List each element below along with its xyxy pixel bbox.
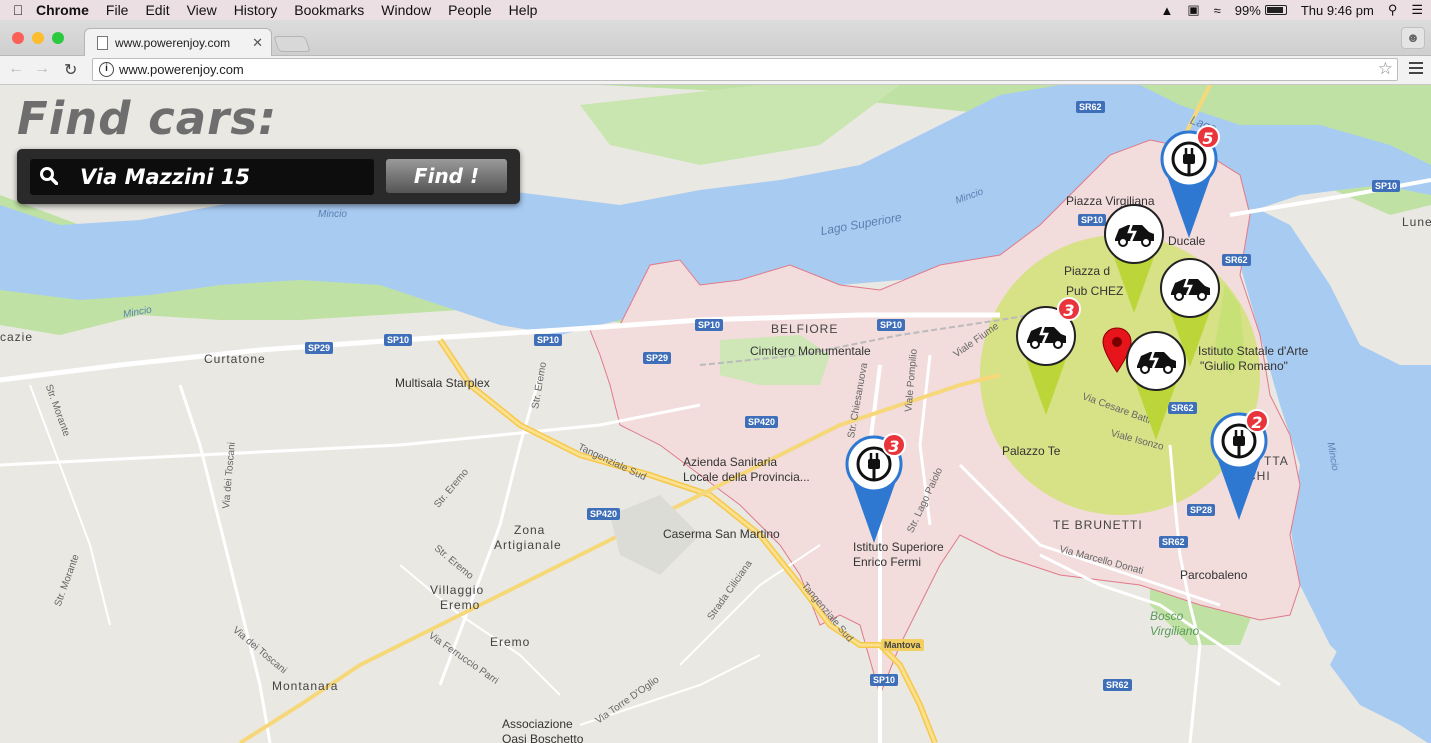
road-shield: SP10 [534, 334, 563, 346]
road-shield: SP10 [695, 319, 724, 331]
road-shield: SP29 [643, 352, 672, 364]
map-label: Montanara [272, 679, 339, 693]
minimize-window-button[interactable] [32, 32, 44, 44]
map-label: Bosco [1150, 609, 1184, 623]
mac-menubar:  Chrome File Edit View History Bookmark… [0, 0, 1431, 20]
battery-icon[interactable] [1264, 5, 1287, 15]
find-button[interactable]: Find ! [386, 159, 507, 193]
road-shield: SP10 [384, 334, 413, 346]
site-info-icon[interactable]: i [99, 62, 114, 77]
map-label: Virgiliano [1150, 624, 1200, 638]
map-label: Azienda Sanitaria [683, 455, 778, 469]
search-input-value: Via Mazzini 15 [80, 165, 250, 189]
new-tab-button[interactable] [273, 36, 311, 52]
reload-icon[interactable]: ↻ [64, 60, 77, 80]
menu-window[interactable]: Window [381, 2, 431, 18]
road-shield: SR62 [1076, 101, 1105, 113]
map-label: Zona [514, 523, 546, 537]
map-label: TE BRUNETTI [1053, 518, 1143, 532]
road-shield: SP420 [745, 416, 779, 428]
bookmark-star-icon[interactable]: ☆ [1378, 59, 1393, 79]
car-count-badge: 3 [1057, 297, 1081, 321]
map-label: BELFIORE [771, 322, 839, 336]
menu-history[interactable]: History [234, 2, 278, 18]
zoom-window-button[interactable] [52, 32, 64, 44]
page-title: Find cars: [17, 92, 278, 145]
tab-title: www.powerenjoy.com [115, 36, 231, 50]
menu-help[interactable]: Help [509, 2, 538, 18]
url-text: www.powerenjoy.com [119, 62, 244, 77]
menu-view[interactable]: View [187, 2, 217, 18]
menu-edit[interactable]: Edit [145, 2, 169, 18]
road-shield: SP10 [870, 674, 899, 686]
menu-app-chrome[interactable]: Chrome [36, 2, 89, 18]
map-label: Eremo [440, 598, 481, 612]
map-label: cazie [0, 330, 34, 344]
map-label: Parcobaleno [1180, 568, 1248, 582]
tab-powerenjoy[interactable]: www.powerenjoy.com ✕ [84, 28, 272, 57]
clock[interactable]: Thu 9:46 pm [1301, 3, 1374, 18]
station-count-badge: 3 [882, 433, 906, 457]
back-icon[interactable]: ← [8, 60, 24, 78]
menu-people[interactable]: People [448, 2, 492, 18]
road-shield: SP10 [1078, 214, 1107, 226]
map-label: Curtatone [204, 352, 266, 366]
map-label: Artigianale [494, 538, 562, 552]
spotlight-icon[interactable]: ⚲ [1388, 2, 1398, 18]
map-label: Enrico Fermi [853, 555, 922, 569]
map-label: Caserma San Martino [663, 527, 780, 541]
road-shield: SR62 [1159, 536, 1188, 548]
car-marker-3[interactable] [1015, 305, 1077, 417]
browser-toolbar: ← → ↻ i www.powerenjoy.com ☆ [0, 56, 1431, 85]
search-icon [40, 167, 58, 185]
station-count-badge: 5 [1196, 125, 1220, 149]
map-label: Lune [1402, 215, 1431, 229]
notification-center-icon[interactable]: ☰ [1411, 2, 1423, 18]
road-shield: SP420 [587, 508, 621, 520]
battery-percent[interactable]: 99% [1235, 3, 1261, 18]
forward-icon[interactable]: → [34, 60, 50, 78]
map-label: Multisala Starplex [395, 376, 490, 390]
close-window-button[interactable] [12, 32, 24, 44]
car-marker-1[interactable] [1103, 203, 1165, 315]
menu-bookmarks[interactable]: Bookmarks [294, 2, 364, 18]
apple-icon[interactable]:  [0, 2, 36, 18]
map-label: Associazione [502, 717, 573, 731]
chrome-menu-icon[interactable] [1409, 62, 1423, 77]
station-count-badge: 2 [1245, 409, 1269, 433]
map-label: Palazzo Te [1002, 444, 1061, 458]
address-bar[interactable]: i www.powerenjoy.com ☆ [92, 58, 1398, 81]
page-favicon-icon [97, 36, 108, 50]
map-label: Mincio [318, 209, 347, 220]
road-shield: SP10 [1372, 180, 1401, 192]
map-label: Villaggio [430, 583, 485, 597]
map-label: Mantova [881, 639, 924, 651]
road-shield: SP29 [305, 342, 334, 354]
menu-file[interactable]: File [106, 2, 129, 18]
map-label: Oasi Boschetto [502, 732, 584, 743]
road-shield: SR62 [1103, 679, 1132, 691]
close-tab-icon[interactable]: ✕ [252, 35, 263, 51]
profile-icon[interactable]: ☻ [1401, 27, 1425, 49]
wifi-icon[interactable]: ≈ [1214, 3, 1221, 18]
address-search-input[interactable]: Via Mazzini 15 [30, 159, 374, 195]
tab-strip: www.powerenjoy.com ✕ ☻ [0, 20, 1431, 57]
road-shield: SR62 [1222, 254, 1251, 266]
drive-icon[interactable]: ▲ [1160, 3, 1173, 18]
search-panel: Via Mazzini 15 Find ! [17, 149, 520, 204]
map-label: Eremo [490, 635, 531, 649]
map-label: Locale della Provincia... [683, 470, 810, 484]
road-shield: SP10 [877, 319, 906, 331]
map-label: Cimitero Monumentale [750, 344, 871, 358]
car-marker-4[interactable] [1125, 330, 1187, 442]
airplay-icon[interactable]: ▣ [1187, 2, 1199, 18]
